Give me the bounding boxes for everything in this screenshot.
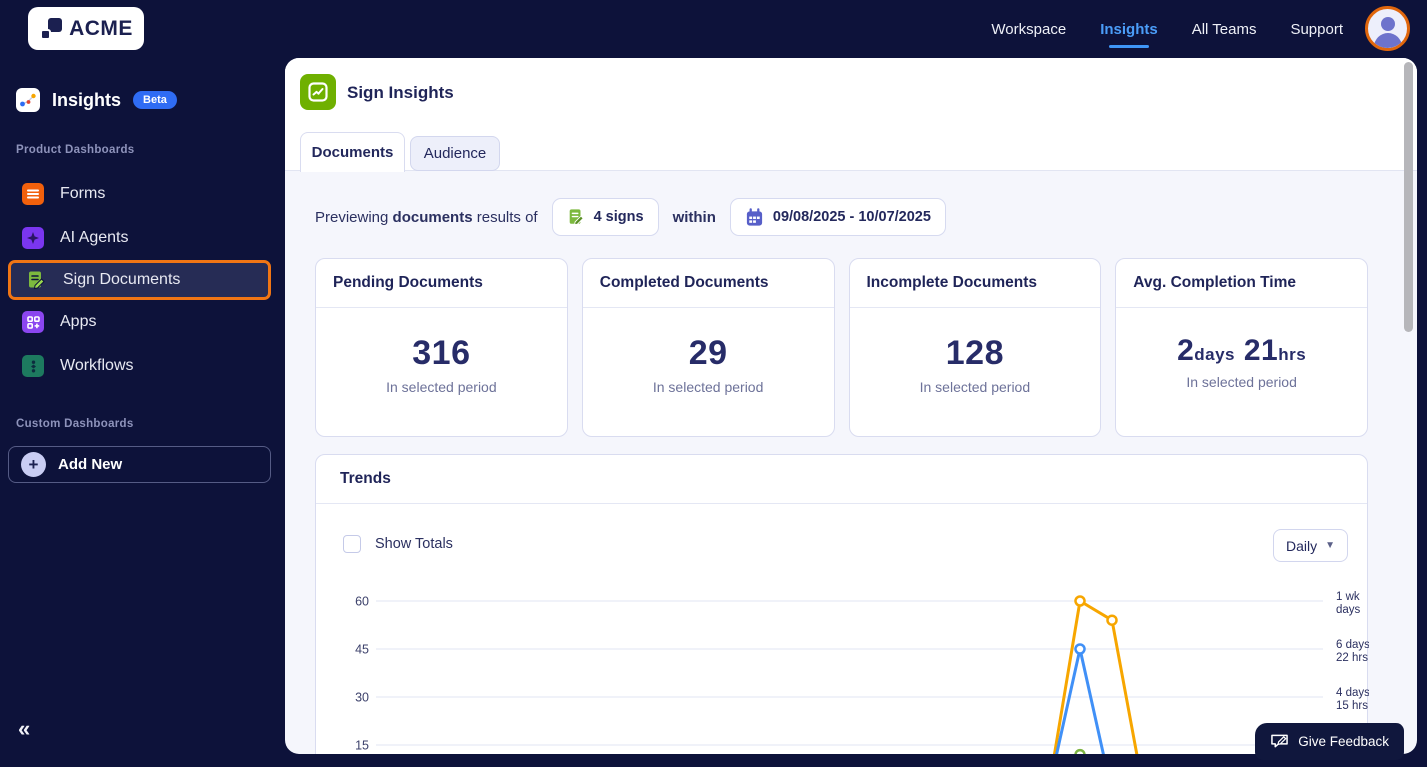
collapse-sidebar-button[interactable]: « <box>18 716 30 742</box>
sidebar-item-ai-agents[interactable]: AI Agents <box>0 216 285 260</box>
right-axis-label: 4 days <box>1336 687 1369 699</box>
stat-card-title: Incomplete Documents <box>849 259 1101 308</box>
sign-document-chip-icon <box>569 209 584 226</box>
filter-description: Previewing documents results of <box>315 208 538 226</box>
stat-card-subtitle: In selected period <box>919 379 1031 395</box>
apps-icon <box>22 311 44 333</box>
show-totals-checkbox[interactable] <box>343 535 361 553</box>
stat-card-value: 29 <box>688 334 728 372</box>
stat-card-avg-completion-time: Avg. Completion Time 2days 21hrs In sele… <box>1115 258 1368 437</box>
sidebar-item-label: AI Agents <box>60 229 129 246</box>
stat-card-pending-documents: Pending Documents 316 In selected period <box>315 258 568 437</box>
calendar-icon <box>746 207 762 226</box>
user-avatar[interactable] <box>1365 6 1410 51</box>
sidebar-menu: Forms AI Agents Sign Documents Apps Work… <box>0 172 285 388</box>
nav-link-all-teams[interactable]: All Teams <box>1192 21 1257 38</box>
workflows-icon <box>22 355 44 377</box>
plus-circle-icon: + <box>21 452 46 477</box>
section-label-custom-dashboards: Custom Dashboards <box>16 418 134 430</box>
stat-card-value: 316 <box>412 334 471 372</box>
nav-link-insights[interactable]: Insights <box>1100 21 1158 48</box>
forms-icon <box>22 183 44 205</box>
stat-card-subtitle: In selected period <box>386 379 497 395</box>
right-axis-label: 1 wk <box>1336 591 1360 603</box>
tab-documents[interactable]: Documents <box>300 132 405 172</box>
stat-card-subtitle: In selected period <box>1186 374 1297 390</box>
vertical-scrollbar-thumb[interactable] <box>1404 62 1413 332</box>
right-axis-label: days <box>1336 604 1361 616</box>
nav-link-support[interactable]: Support <box>1290 21 1343 38</box>
blue-series-marker <box>1074 643 1086 655</box>
sidebar-item-label: Forms <box>60 185 106 202</box>
sidebar-item-label: Sign Documents <box>63 271 181 288</box>
stat-card-completed-documents: Completed Documents 29 In selected perio… <box>581 258 835 437</box>
show-totals-control: Show Totals <box>343 535 453 553</box>
trends-chart: 60 45 30 15 1 wkdays 6 days22 hrs 4 days15 hrs <box>355 591 1369 754</box>
sidebar-item-sign-documents[interactable]: Sign Documents <box>8 260 271 300</box>
page-title: Sign Insights <box>347 83 454 102</box>
stat-card-value: 2days 21hrs <box>1177 334 1307 367</box>
add-new-label: Add New <box>58 456 123 473</box>
add-new-button[interactable]: + Add New <box>8 446 271 483</box>
orange-series-marker <box>1106 614 1118 626</box>
sidebar-app-title: Insights <box>52 89 122 110</box>
sidebar-item-label: Apps <box>60 313 97 330</box>
right-axis-label: 6 days <box>1336 639 1369 651</box>
stat-card-subtitle: In selected period <box>652 379 764 395</box>
tab-audience[interactable]: Audience <box>410 136 500 171</box>
stat-card-title: Pending Documents <box>316 259 567 308</box>
stat-cards-row: Pending Documents 316 In selected period… <box>315 258 1368 437</box>
sidebar-item-apps[interactable]: Apps <box>0 300 285 344</box>
insights-app-icon <box>16 88 40 112</box>
feedback-icon <box>1271 734 1289 748</box>
beta-badge: Beta <box>133 91 177 109</box>
signs-filter-chip[interactable]: 4 signs <box>551 198 659 236</box>
stat-card-title: Avg. Completion Time <box>1116 259 1367 308</box>
give-feedback-label: Give Feedback <box>1298 734 1389 749</box>
acme-logo-icon <box>39 17 63 41</box>
date-range-chip[interactable]: 09/08/2025 - 10/07/2025 <box>729 198 946 236</box>
sign-insights-icon <box>300 74 336 110</box>
acme-logo-text: ACME <box>69 16 133 40</box>
interval-select-value: Daily <box>1285 537 1318 554</box>
trends-title: Trends <box>316 455 1367 504</box>
show-totals-label: Show Totals <box>375 536 453 552</box>
green-series-marker <box>1074 748 1086 754</box>
left-axis-tick: 45 <box>355 643 369 657</box>
chevron-down-icon: ▼ <box>1325 540 1335 551</box>
right-axis-label: 15 hrs <box>1336 700 1368 712</box>
left-axis-tick: 30 <box>355 691 369 705</box>
right-axis-label: 22 hrs <box>1336 652 1368 664</box>
stat-card-value: 128 <box>945 334 1004 372</box>
page-header: Sign Insights Documents Audience <box>285 58 1417 172</box>
date-range-label: 09/08/2025 - 10/07/2025 <box>772 209 931 225</box>
main-panel: Sign Insights Documents Audience Preview… <box>285 58 1417 754</box>
stat-card-title: Completed Documents <box>582 259 834 308</box>
left-axis-tick: 60 <box>355 595 369 609</box>
sign-documents-icon <box>25 269 47 291</box>
filter-row: Previewing documents results of 4 signs … <box>315 198 946 236</box>
sidebar-item-forms[interactable]: Forms <box>0 172 285 216</box>
interval-select[interactable]: Daily ▼ <box>1272 529 1348 562</box>
left-axis-tick: 15 <box>355 739 369 753</box>
acme-logo[interactable]: ACME <box>28 7 144 50</box>
person-icon <box>1380 17 1395 31</box>
nav-link-workspace[interactable]: Workspace <box>991 21 1066 38</box>
sidebar-item-label: Workflows <box>60 357 134 374</box>
sidebar-item-workflows[interactable]: Workflows <box>0 344 285 388</box>
sidebar: Insights Beta Product Dashboards Forms A… <box>0 58 285 767</box>
nav-links: Workspace Insights All Teams Support <box>991 0 1343 58</box>
trends-card: Trends Show Totals Daily ▼ 60 45 30 15 1 wk d… <box>315 454 1369 754</box>
signs-chip-label: 4 signs <box>593 209 644 225</box>
section-label-product-dashboards: Product Dashboards <box>16 144 135 156</box>
within-label: within <box>672 208 716 226</box>
stat-card-incomplete-documents: Incomplete Documents 128 In selected per… <box>848 258 1102 437</box>
active-nav-underline <box>1108 44 1149 48</box>
ai-agents-icon <box>22 227 44 249</box>
sidebar-app-header[interactable]: Insights Beta <box>16 88 177 112</box>
give-feedback-button[interactable]: Give Feedback <box>1255 723 1404 760</box>
top-navbar: ACME Workspace Insights All Teams Suppor… <box>0 0 1427 58</box>
orange-series-marker <box>1074 595 1086 607</box>
